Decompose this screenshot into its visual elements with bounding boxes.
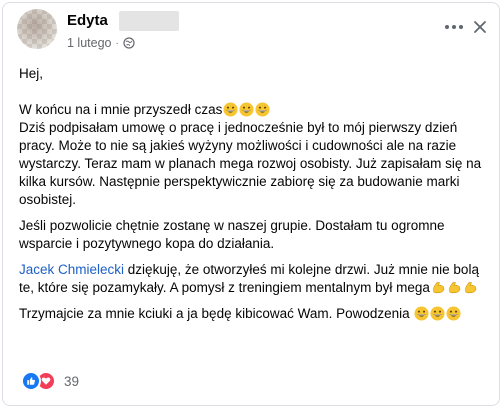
flexed-biceps-emoji-icon — [465, 281, 477, 294]
redacted-surname — [119, 11, 179, 31]
grin-emoji-icon — [255, 102, 270, 117]
like-icon — [21, 371, 41, 391]
post-meta: 1 lutego · — [67, 36, 135, 50]
post-body: Hej, W końcu na i mnie przyszedł czas Dz… — [19, 65, 489, 323]
globe-icon[interactable] — [123, 37, 135, 49]
reaction-count[interactable]: 39 — [64, 374, 79, 389]
grin-emoji-icon — [223, 102, 238, 117]
meta-separator: · — [115, 37, 119, 49]
author-name[interactable]: Edyta — [67, 12, 108, 29]
paragraph-1-opening: W końcu na i mnie przyszedł czas — [19, 102, 223, 117]
post-paragraph-3: Jacek Chmielecki dziękuję, że otworzyłeś… — [19, 261, 489, 297]
mention-link[interactable]: Jacek Chmielecki — [19, 262, 124, 277]
post-paragraph-4: Trzymajcie za mnie kciuki a ja będę kibi… — [19, 305, 489, 323]
flexed-biceps-emoji-icon — [449, 281, 461, 294]
post-paragraph-2: Jeśli pozwolicie chętnie zostanę w nasze… — [19, 218, 445, 251]
paragraph-1-body: Dziś podpisałam umowę o pracę i jednocze… — [19, 120, 482, 207]
post-greeting: Hej, — [19, 66, 44, 81]
grin-emoji-icon — [239, 102, 254, 117]
more-options-icon[interactable] — [443, 16, 465, 38]
grin-emoji-icon — [430, 306, 445, 321]
post-card: Edyta 1 lutego · Hej, W końcu na i mnie … — [2, 2, 500, 406]
grin-emoji-icon — [446, 306, 461, 321]
post-timestamp[interactable]: 1 lutego — [67, 36, 111, 50]
reactions-summary[interactable]: 39 — [21, 371, 79, 391]
close-icon[interactable] — [469, 16, 491, 38]
avatar[interactable] — [17, 9, 57, 49]
grin-emoji-icon — [414, 306, 429, 321]
paragraph-4-body: Trzymajcie za mnie kciuki a ja będę kibi… — [19, 306, 414, 321]
flexed-biceps-emoji-icon — [433, 281, 445, 294]
post-paragraph-1: W końcu na i mnie przyszedł czas Dziś po… — [19, 101, 489, 209]
